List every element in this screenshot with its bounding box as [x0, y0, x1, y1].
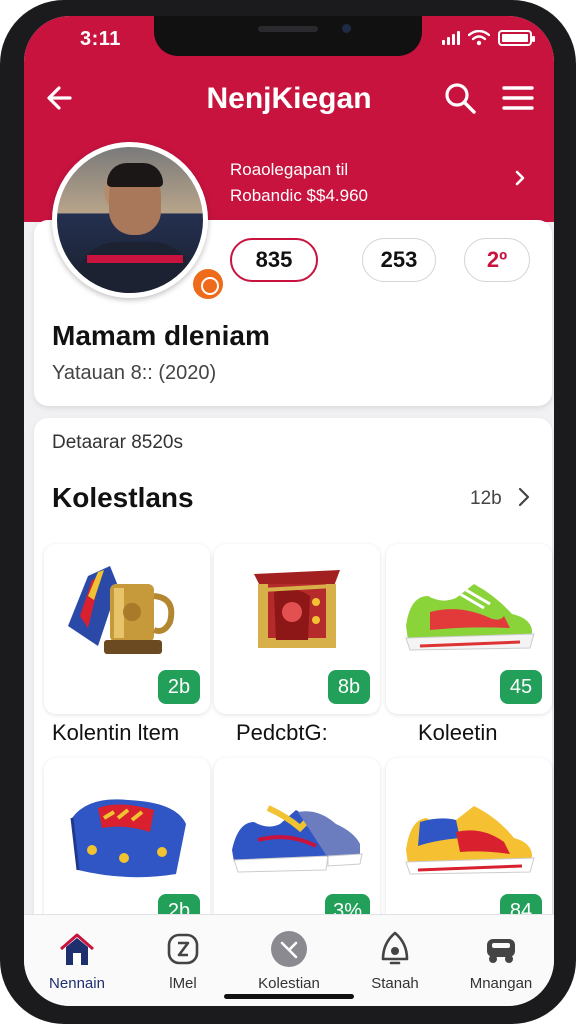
trophy-icon	[68, 566, 175, 654]
yellow-sneaker-icon	[405, 806, 535, 875]
nav-label: lMel	[169, 975, 197, 992]
check-circle-icon	[271, 931, 307, 967]
nav-label: Stanah	[371, 975, 419, 992]
top-app-bar: NenjKiegan	[24, 64, 554, 128]
nav-item-settings[interactable]: Mnangan	[448, 925, 554, 999]
collection-item[interactable]: 3%	[214, 758, 380, 938]
stat-pill[interactable]: 835	[230, 238, 318, 282]
row-label: Kolentin ltem	[52, 720, 180, 745]
wifi-icon	[468, 30, 490, 46]
profile-since: Yatauan 8:: (2020)	[52, 362, 217, 384]
phone-frame: 3:11 NenjKiegan Roaolegapan til Robandic…	[0, 0, 576, 1024]
signal-icon	[442, 31, 460, 45]
vehicle-icon	[487, 939, 515, 963]
item-count-badge: 45	[500, 670, 542, 704]
battery-icon	[498, 30, 535, 46]
nav-item-collection[interactable]: Kolestian	[236, 925, 342, 999]
stat-pill[interactable]: 2º	[464, 238, 530, 282]
collection-title: Kolestlans	[52, 482, 194, 513]
collection-item[interactable]: 8b	[214, 544, 380, 714]
collection-panel: Detaarar 8520s Kolestlans 12b 2b 8b 45 K…	[34, 418, 552, 938]
blue-sneaker-icon	[232, 805, 363, 873]
chevron-right-icon[interactable]	[516, 486, 532, 508]
collection-item[interactable]: 84	[386, 758, 552, 938]
collection-item[interactable]: 45	[386, 544, 552, 714]
row-label: Koleetin	[418, 720, 498, 745]
bottom-nav: Nennain lMel Kolestian Stanah Mnangan	[24, 914, 554, 1006]
profile-name: Mamam dleniam	[52, 320, 270, 351]
status-icons	[442, 30, 535, 46]
nav-label: Kolestian	[258, 975, 320, 992]
verified-badge-icon	[190, 266, 226, 302]
collection-subtitle: Detaarar 8520s	[52, 432, 183, 453]
chevron-right-icon	[515, 170, 525, 186]
screen: 3:11 NenjKiegan Roaolegapan til Robandic…	[24, 16, 554, 1006]
blue-bag-icon	[70, 799, 186, 878]
nav-item-notifications[interactable]: Stanah	[342, 925, 448, 999]
promo-line-2: Robandic $$4.960	[230, 186, 369, 205]
nav-item-timer[interactable]: lMel	[130, 925, 236, 999]
stat-pill[interactable]: 253	[362, 238, 436, 282]
home-indicator	[224, 994, 354, 999]
item-count-badge: 8b	[328, 670, 370, 704]
item-count-badge: 2b	[158, 670, 200, 704]
avatar[interactable]	[52, 142, 208, 298]
bell-icon	[381, 931, 409, 965]
row-label: PedcbtG:	[236, 720, 328, 745]
green-sneaker-icon	[405, 584, 535, 651]
nav-item-home[interactable]: Nennain	[24, 925, 130, 999]
status-bar: 3:11	[24, 16, 554, 64]
home-icon	[60, 933, 94, 965]
menu-icon[interactable]	[498, 80, 538, 116]
collection-item[interactable]: 2b	[44, 544, 210, 714]
nav-label: Nennain	[49, 975, 105, 992]
search-icon[interactable]	[442, 80, 478, 116]
promo-banner[interactable]: Roaolegapan til Robandic $$4.960	[230, 160, 530, 220]
notch	[154, 16, 422, 56]
nav-label: Mnangan	[469, 975, 533, 992]
collection-see-all[interactable]: 12b	[470, 488, 502, 510]
timer-icon	[167, 933, 199, 965]
treasure-box-icon	[254, 570, 340, 648]
status-time: 3:11	[80, 28, 121, 50]
collection-item[interactable]: 2b	[44, 758, 210, 938]
promo-line-1: Roaolegapan til	[230, 160, 349, 179]
